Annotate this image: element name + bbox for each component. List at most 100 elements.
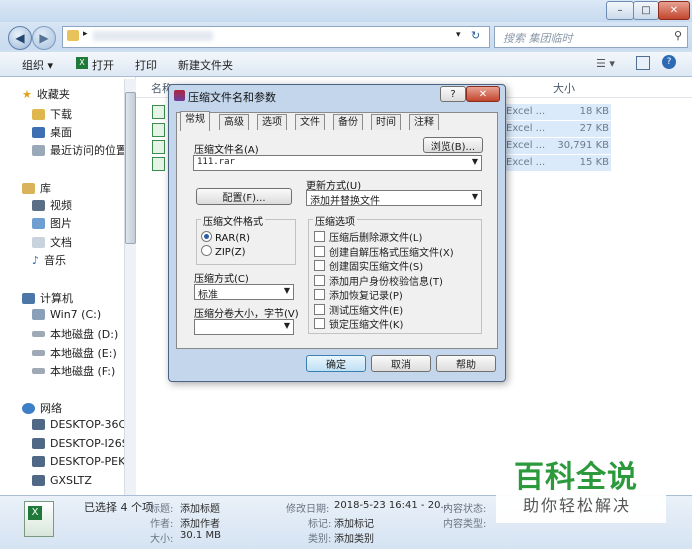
tab-general[interactable]: 常规 <box>180 111 210 131</box>
search-icon[interactable]: ⚲ <box>674 29 682 42</box>
computer-host-icon <box>32 438 45 449</box>
help-icon[interactable]: ? <box>662 55 676 69</box>
table-row[interactable]: Excel ... 15 KB <box>505 155 611 171</box>
sidebar-item-videos[interactable]: 视频 <box>32 197 72 213</box>
tags-value[interactable]: 添加标记 <box>334 515 374 530</box>
table-row[interactable]: Excel ... 27 KB <box>505 121 611 137</box>
refresh-icon[interactable]: ↻ <box>471 29 480 42</box>
format-rar-radio[interactable]: RAR(R) <box>201 231 250 244</box>
excel-file-icon[interactable] <box>152 123 165 137</box>
options-group-label: 压缩选项 <box>313 213 357 228</box>
system-drive-icon <box>32 309 45 320</box>
sidebar-drive-e[interactable]: 本地磁盘 (E:) <box>32 345 117 361</box>
organize-button[interactable]: 组织 ▾ <box>22 57 53 73</box>
archive-name-combo[interactable]: 111.rar ▼ <box>193 155 482 171</box>
print-button[interactable]: 打印 <box>135 57 157 73</box>
radio-icon <box>201 245 212 256</box>
sidebar-computer[interactable]: 计算机 <box>22 290 73 306</box>
sidebar-item-documents[interactable]: 文档 <box>32 234 72 250</box>
tab-time[interactable]: 时间 <box>371 114 401 130</box>
downloads-folder-icon <box>32 108 45 120</box>
address-dropdown-icon[interactable]: ▾ <box>456 30 461 40</box>
forward-button[interactable]: ▶ <box>32 26 56 50</box>
profiles-button[interactable]: 配置(F)... <box>196 188 292 205</box>
tab-backup[interactable]: 备份 <box>333 114 363 130</box>
close-button[interactable]: ✕ <box>658 1 690 20</box>
title-label: 标题: <box>150 504 174 515</box>
star-icon: ★ <box>22 87 32 101</box>
option-sfx[interactable]: 创建自解压格式压缩文件(X) <box>314 244 454 259</box>
back-arrow-icon: ◀ <box>15 31 25 45</box>
sidebar-network[interactable]: 网络 <box>22 400 62 416</box>
sidebar-favorites[interactable]: ★ 收藏夹 <box>22 86 70 102</box>
tab-advanced[interactable]: 高级 <box>219 114 249 130</box>
sidebar-item-pictures[interactable]: 图片 <box>32 215 72 231</box>
sidebar-scrollbar-thumb[interactable] <box>125 92 136 244</box>
excel-open-icon: X <box>76 57 88 69</box>
question-icon: ? <box>450 88 456 100</box>
table-row[interactable]: Excel ... 30,791 KB <box>505 138 611 154</box>
format-zip-radio[interactable]: ZIP(Z) <box>201 245 245 258</box>
split-size-combo[interactable]: ▼ <box>194 319 294 335</box>
sidebar-libraries[interactable]: 库 <box>22 180 51 196</box>
option-lock[interactable]: 锁定压缩文件(K) <box>314 316 403 331</box>
recent-places-icon <box>32 144 45 156</box>
sidebar-host[interactable]: GXSLTZ <box>32 474 92 487</box>
category-value[interactable]: 添加类别 <box>334 530 374 545</box>
cancel-button[interactable]: 取消 <box>371 355 431 372</box>
column-header-size[interactable]: 大小 <box>553 80 575 96</box>
chevron-down-icon: ▼ <box>471 157 478 166</box>
back-button[interactable]: ◀ <box>8 26 32 50</box>
content-type-label: 内容类型: <box>443 519 487 530</box>
sidebar-host[interactable]: DESKTOP-I26SC <box>32 437 136 450</box>
ok-button[interactable]: 确定 <box>306 355 366 372</box>
checkbox-icon <box>314 246 325 257</box>
option-auth[interactable]: 添加用户身份校验信息(T) <box>314 273 443 288</box>
title-value[interactable]: 添加标题 <box>180 500 220 515</box>
sidebar-item-music[interactable]: ♪ 音乐 <box>32 252 66 268</box>
checkbox-icon <box>314 231 325 242</box>
tab-options[interactable]: 选项 <box>257 114 287 130</box>
sidebar-item-downloads[interactable]: 下载 <box>32 106 72 122</box>
dialog-help-button[interactable]: ? <box>440 86 466 102</box>
help-button[interactable]: 帮助 <box>436 355 496 372</box>
checkbox-icon <box>314 304 325 315</box>
drive-icon <box>32 350 45 356</box>
browse-button[interactable]: 浏览(B)... <box>423 137 483 153</box>
sidebar-drive-c[interactable]: Win7 (C:) <box>32 308 101 321</box>
excel-file-icon[interactable] <box>152 105 165 119</box>
address-input[interactable]: ▸ ▾ ↻ <box>62 26 490 48</box>
sidebar-drive-f[interactable]: 本地磁盘 (F:) <box>32 363 115 379</box>
option-solid[interactable]: 创建固实压缩文件(S) <box>314 258 423 273</box>
table-row[interactable]: Excel ... 18 KB <box>505 104 611 120</box>
excel-file-icon[interactable] <box>152 157 165 171</box>
search-input[interactable]: 搜索 集团临时 ⚲ <box>494 26 688 48</box>
maximize-button[interactable]: □ <box>633 1 659 20</box>
tab-files[interactable]: 文件 <box>295 114 325 130</box>
tags-label: 标记: <box>308 519 332 530</box>
dialog-close-button[interactable]: ✕ <box>466 86 500 102</box>
tab-comment[interactable]: 注释 <box>409 114 439 130</box>
option-test[interactable]: 测试压缩文件(E) <box>314 302 403 317</box>
update-mode-select[interactable]: 添加并替换文件 ▼ <box>306 190 482 207</box>
sidebar-item-recent[interactable]: 最近访问的位置 <box>32 142 127 158</box>
sidebar-item-desktop[interactable]: 桌面 <box>32 124 72 140</box>
option-delete-after[interactable]: 压缩后删除源文件(L) <box>314 229 422 244</box>
option-recovery[interactable]: 添加恢复记录(P) <box>314 287 403 302</box>
chevron-down-icon: ▼ <box>283 321 290 330</box>
minimize-button[interactable]: – <box>606 1 634 20</box>
modified-value: 2018-5-23 16:41 - 20... <box>334 500 450 511</box>
sidebar-host[interactable]: DESKTOP-36CRI <box>32 418 137 431</box>
sidebar-host[interactable]: DESKTOP-PEKM <box>32 455 135 468</box>
new-folder-button[interactable]: 新建文件夹 <box>178 57 233 73</box>
view-options-icon[interactable]: ☰ ▾ <box>596 57 615 70</box>
modified-label: 修改日期: <box>286 504 330 515</box>
chevron-down-icon: ▼ <box>471 192 478 201</box>
excel-file-icon[interactable] <box>152 140 165 154</box>
preview-pane-icon[interactable] <box>636 56 650 70</box>
open-button[interactable]: 打开 <box>92 57 114 73</box>
author-value[interactable]: 添加作者 <box>180 515 220 530</box>
documents-icon <box>32 236 45 248</box>
compression-method-select[interactable]: 标准 ▼ <box>194 284 294 301</box>
sidebar-drive-d[interactable]: 本地磁盘 (D:) <box>32 326 118 342</box>
